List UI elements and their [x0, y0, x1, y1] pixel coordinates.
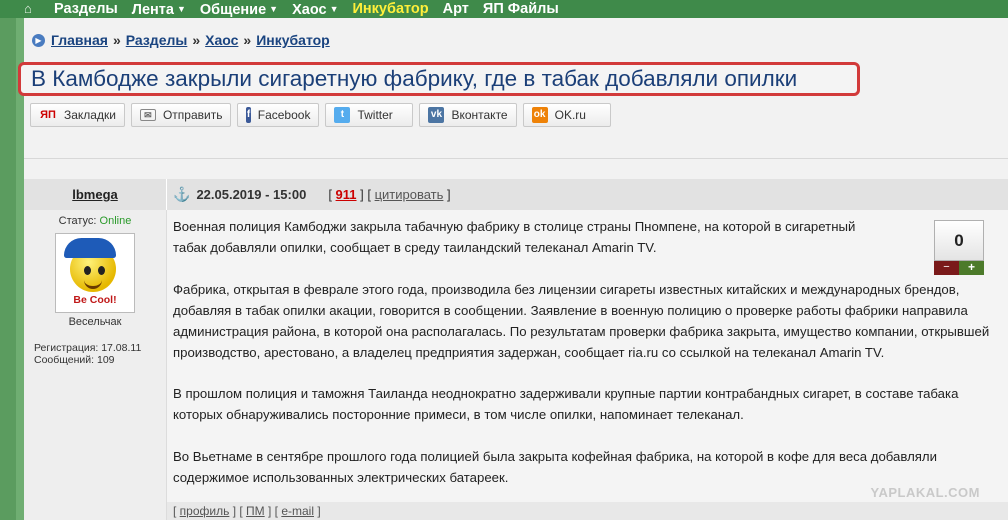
breadcrumb-arrow-icon: ▶ — [32, 33, 45, 47]
rating-widget: 0 − + — [934, 220, 984, 275]
vk-share-button[interactable]: vk Вконтакте — [419, 103, 517, 127]
rating-minus-button[interactable]: − — [934, 261, 959, 275]
facebook-icon: f — [246, 107, 251, 123]
quote-link[interactable]: цитировать — [375, 187, 444, 202]
nav-item-lenta[interactable]: Лента ▼ — [132, 2, 186, 17]
email-link[interactable]: e-mail — [281, 504, 314, 518]
post-date: 22.05.2019 - 15:00 — [196, 187, 307, 202]
chevron-down-icon: ▼ — [269, 3, 279, 14]
rating-plus-button[interactable]: + — [959, 261, 984, 275]
breadcrumb-khaos-link[interactable]: Хаос — [205, 32, 238, 48]
send-button[interactable]: ✉ Отправить — [130, 103, 232, 127]
page-title: В Камбодже закрыли сигаретную фабрику, г… — [31, 66, 798, 91]
main-content: ▶ Главная » Разделы » Хаос » Инкубатор В… — [16, 18, 1008, 520]
author-rank: Весельчак — [68, 316, 122, 328]
avatar[interactable]: Be Cool! — [55, 233, 135, 313]
ok-share-button[interactable]: ok OK.ru — [522, 103, 611, 127]
nav-item-art[interactable]: Арт — [443, 2, 469, 17]
rating-value: 0 — [934, 220, 984, 261]
view-count-link[interactable]: 911 — [336, 187, 357, 202]
profile-link[interactable]: профиль — [180, 504, 230, 518]
twitter-share-button[interactable]: t Twitter — [325, 103, 414, 127]
home-icon[interactable]: ⌂ — [24, 2, 40, 16]
chevron-down-icon: ▼ — [329, 3, 339, 14]
post-footer-links: [ профиль ] [ ПМ ] [ e-mail ] — [167, 502, 1008, 520]
forum-post: lbmega ⚓ 22.05.2019 - 15:00 [ 911 ] [ ци… — [24, 179, 1008, 520]
nav-item-inkubator[interactable]: Инкубатор — [352, 2, 428, 17]
bookmarks-button[interactable]: ЯП Закладки — [30, 103, 125, 127]
chevron-down-icon: ▼ — [176, 3, 186, 14]
author-header: lbmega — [24, 179, 167, 210]
nav-item-obshchenie[interactable]: Общение ▼ — [200, 2, 278, 17]
author-stats: Регистрация: 17.08.11 Сообщений: 109 — [34, 342, 142, 366]
author-panel: Статус: Online Be Cool! Весельчак Регист… — [24, 210, 167, 520]
site-watermark: YAPLAKAL.COM — [870, 485, 980, 500]
anchor-icon[interactable]: ⚓ — [173, 186, 190, 203]
vk-icon: vk — [428, 107, 445, 123]
top-navigation: ⌂ Разделы Лента ▼ Общение ▼ Хаос ▼ Инкубато… — [0, 0, 1008, 18]
mail-icon: ✉ — [139, 109, 156, 121]
post-body: Военная полиция Камбоджи закрыла табачну… — [167, 210, 1008, 502]
post-paragraph: Фабрика, открытая в феврале этого года, … — [173, 281, 990, 360]
breadcrumb: ▶ Главная » Разделы » Хаос » Инкубатор — [32, 32, 330, 48]
post-paragraph: Во Вьетнаме в сентябре прошлого года пол… — [173, 448, 937, 485]
post-meta-header: ⚓ 22.05.2019 - 15:00 [ 911 ] [ цитироват… — [167, 179, 1008, 210]
ok-icon: ok — [531, 107, 548, 123]
yap-bookmarks-icon: ЯП — [40, 109, 56, 121]
nav-item-razdely[interactable]: Разделы — [54, 2, 118, 17]
author-nick-link[interactable]: lbmega — [72, 187, 118, 202]
breadcrumb-inkubator-link[interactable]: Инкубатор — [256, 32, 330, 48]
share-bar: ЯП Закладки ✉ Отправить f Facebook t Twi… — [30, 103, 617, 127]
facebook-share-button[interactable]: f Facebook — [237, 103, 320, 127]
post-paragraph: В прошлом полиция и таможня Таиланда нео… — [173, 386, 959, 422]
twitter-icon: t — [334, 107, 351, 123]
page-title-box: В Камбодже закрыли сигаретную фабрику, г… — [18, 62, 860, 96]
breadcrumb-razdely-link[interactable]: Разделы — [126, 32, 188, 48]
author-status: Статус: Online — [58, 215, 132, 227]
nav-item-khaos[interactable]: Хаос ▼ — [292, 2, 338, 17]
avatar-sign: Be Cool! — [73, 294, 117, 306]
pm-link[interactable]: ПМ — [246, 504, 265, 518]
divider — [24, 158, 1008, 159]
breadcrumb-home-link[interactable]: Главная — [51, 32, 108, 48]
nav-item-yap-files[interactable]: ЯП Файлы — [483, 2, 559, 17]
post-text: Военная полиция Камбоджи закрыла табачну… — [173, 216, 993, 508]
post-paragraph: Военная полиция Камбоджи закрыла табачну… — [173, 219, 856, 255]
